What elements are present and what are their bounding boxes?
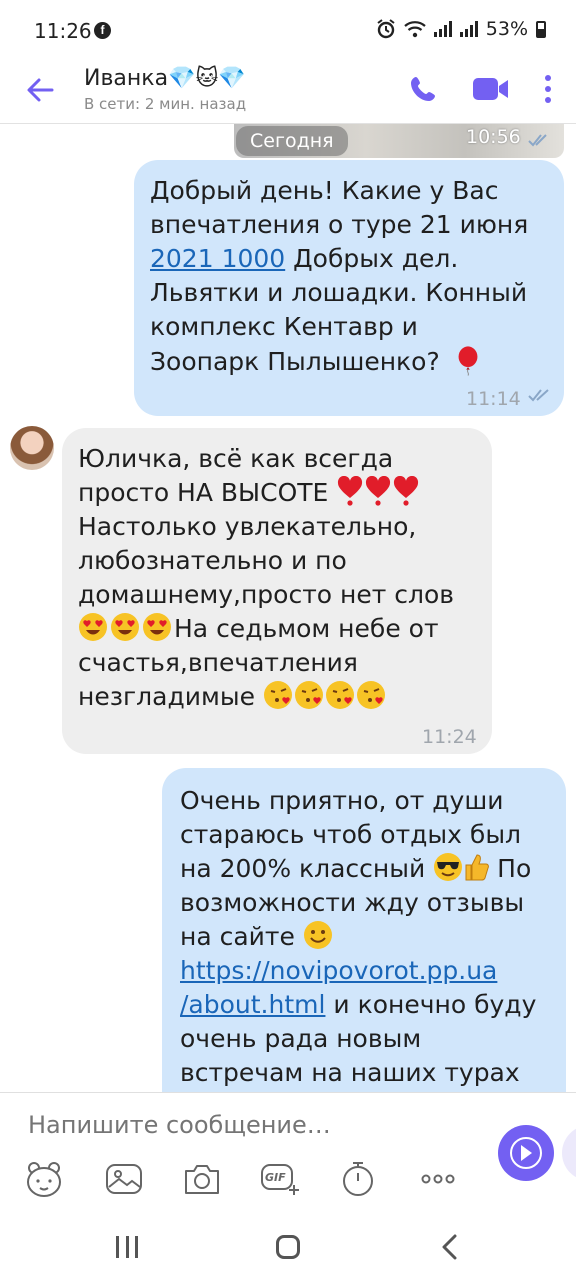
gif-label: GIF	[265, 1171, 286, 1184]
incoming-message[interactable]: Юличка, всё как всегда просто НА ВЫСОТЕ …	[62, 428, 492, 754]
face-blowing-kiss-emoji-icon	[263, 681, 385, 709]
message-text: Зоопарк Пылышенко?	[150, 347, 440, 376]
read-ticks-icon	[528, 389, 549, 402]
message-line: любознательно и по	[78, 546, 347, 575]
outgoing-message[interactable]: Добрый день! Какие у Вас впечатления о т…	[134, 160, 564, 416]
message-line: очень рада новым	[180, 1024, 422, 1053]
message-line: Очень приятно, от души	[180, 786, 504, 815]
message-text: на сайте	[180, 922, 303, 951]
thumbs-up-emoji-icon	[465, 854, 490, 881]
message-time: 11:24	[422, 726, 477, 748]
more-horizontal-icon[interactable]	[418, 1159, 458, 1199]
smiling-face-emoji-icon	[303, 921, 332, 949]
message-line: Юличка, всё как всегда	[78, 444, 394, 473]
message-text: просто НА ВЫСОТЕ	[78, 478, 337, 507]
message-line: Львятки и лошадки. Конный	[150, 278, 528, 307]
phone-icon[interactable]	[408, 74, 438, 104]
gallery-icon[interactable]	[104, 1159, 144, 1199]
status-icons: 53%	[376, 18, 546, 40]
play-icon	[521, 1145, 532, 1161]
message-line: Добрый день! Какие у Вас	[150, 176, 499, 205]
message-text: На седьмом небе от	[174, 614, 439, 643]
contact-name[interactable]: Иванка💎🐱💎	[84, 66, 246, 91]
message-line: впечатления о туре 21 июня	[150, 210, 529, 239]
message-list[interactable]: Сегодня 10:56 Добрый день! Какие у Вас в…	[0, 124, 576, 1092]
message-time: 11:14	[466, 388, 521, 410]
more-vertical-icon[interactable]	[538, 72, 558, 106]
message-link[interactable]: 2021 1000	[150, 244, 285, 273]
gif-icon[interactable]: GIF	[260, 1159, 300, 1199]
system-navigation-bar	[0, 1216, 576, 1280]
battery-icon	[536, 20, 546, 38]
message-text: Добрых дел.	[285, 244, 459, 273]
message-line: возможности жду отзывы	[180, 888, 525, 917]
message-line: счастья,впечатления	[78, 648, 358, 677]
alarm-icon	[377, 19, 395, 39]
composer: GIF	[0, 1092, 576, 1216]
signal-icon	[433, 21, 452, 37]
battery-percent: 53%	[485, 18, 528, 40]
date-separator: Сегодня	[236, 126, 348, 156]
signal-icon-2	[459, 21, 478, 37]
timer-icon[interactable]	[338, 1159, 378, 1199]
message-link[interactable]: /about.html	[180, 990, 325, 1019]
side-panel-button[interactable]	[562, 1125, 576, 1181]
message-line: встречам на наших турах	[180, 1058, 520, 1087]
chat-header: Иванка💎🐱💎 В сети: 2 мин. назад	[0, 62, 576, 124]
recent-apps-icon[interactable]	[116, 1236, 138, 1258]
message-line: Настолько увлекательно,	[78, 512, 417, 541]
back-icon[interactable]	[440, 1234, 460, 1260]
camera-icon[interactable]	[182, 1159, 222, 1199]
message-text: и конечно буду	[325, 990, 537, 1019]
message-text: незгладимые	[78, 682, 255, 711]
status-bar: 11:26 f 53%	[0, 0, 576, 62]
video-icon[interactable]	[472, 76, 510, 102]
message-line: комплекс Кентавр и	[150, 312, 418, 341]
message-text: на 200% классный	[180, 854, 434, 883]
contact-avatar[interactable]	[10, 426, 54, 470]
read-ticks-icon	[528, 134, 547, 147]
facebook-notification-icon: f	[94, 22, 111, 39]
message-time: 10:56	[466, 126, 521, 148]
message-text: По	[489, 854, 532, 883]
message-line: стараюсь чтоб отдых был	[180, 820, 522, 849]
message-link[interactable]: https://novipovorot.pp.ua	[180, 956, 497, 985]
message-input[interactable]	[28, 1111, 468, 1139]
sunglasses-emoji-icon	[434, 853, 463, 881]
back-arrow-icon[interactable]	[22, 72, 58, 108]
heart-exclamation-emoji-icon	[338, 475, 419, 506]
status-time: 11:26	[34, 19, 92, 43]
balloon-emoji-icon	[458, 346, 478, 376]
send-voice-button[interactable]	[498, 1125, 554, 1181]
home-icon[interactable]	[276, 1235, 300, 1259]
wifi-icon	[404, 21, 426, 38]
outgoing-message[interactable]: Очень приятно, от души стараюсь чтоб отд…	[162, 768, 566, 1092]
message-line: домашнему,просто нет слов	[78, 580, 455, 609]
contact-status: В сети: 2 мин. назад	[84, 95, 247, 113]
sticker-icon[interactable]	[24, 1159, 64, 1199]
heart-eyes-emoji-icon	[79, 613, 171, 641]
